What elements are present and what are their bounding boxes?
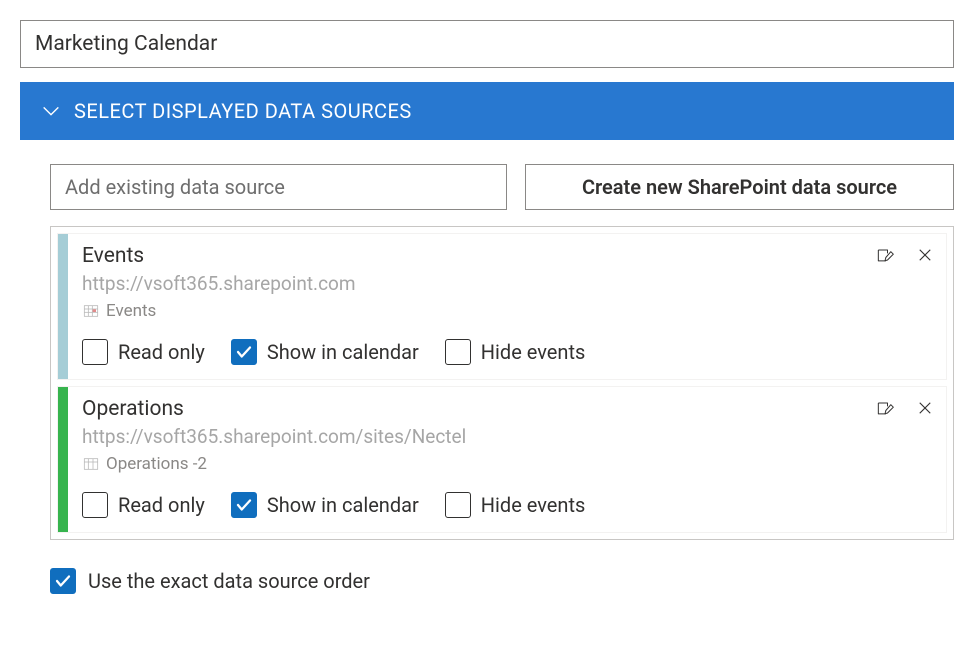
- data-source-sub-name: Operations -2: [106, 454, 207, 474]
- read-only-checkbox[interactable]: [82, 339, 108, 365]
- read-only-checkbox[interactable]: [82, 492, 108, 518]
- show-in-calendar-checkbox[interactable]: [231, 492, 257, 518]
- data-sources-panel: Create new SharePoint data source Events…: [20, 140, 954, 540]
- data-source-card: Events https://vsoft365.sharepoint.com Eve…: [57, 233, 947, 380]
- use-exact-order-label: Use the exact data source order: [88, 569, 370, 593]
- list-icon: [82, 456, 100, 472]
- show-in-calendar-checkbox-label: Show in calendar: [267, 493, 419, 517]
- read-only-checkbox-label: Read only: [118, 340, 205, 364]
- data-source-color-bar: [58, 234, 68, 379]
- edit-data-source-button[interactable]: [874, 244, 896, 266]
- edit-data-source-button[interactable]: [874, 397, 896, 419]
- show-in-calendar-checkbox[interactable]: [231, 339, 257, 365]
- remove-data-source-button[interactable]: [914, 244, 936, 266]
- show-in-calendar-checkbox-label: Show in calendar: [267, 340, 419, 364]
- hide-events-checkbox[interactable]: [445, 492, 471, 518]
- calendar-title-input[interactable]: [20, 20, 954, 68]
- data-source-card: Operations https://vsoft365.sharepoint.co…: [57, 386, 947, 533]
- data-source-sub-name: Events: [106, 301, 156, 321]
- data-source-url: https://vsoft365.sharepoint.com/sites/Ne…: [82, 425, 932, 448]
- use-exact-order-checkbox[interactable]: [50, 568, 76, 594]
- calendar-icon: [82, 303, 100, 319]
- data-source-color-bar: [58, 387, 68, 532]
- hide-events-checkbox[interactable]: [445, 339, 471, 365]
- section-header-label: SELECT DISPLAYED DATA SOURCES: [74, 99, 412, 123]
- data-sources-section-header[interactable]: SELECT DISPLAYED DATA SOURCES: [20, 82, 954, 140]
- hide-events-checkbox-label: Hide events: [481, 340, 586, 364]
- data-source-name: Events: [82, 244, 932, 268]
- data-source-name: Operations: [82, 397, 932, 421]
- add-data-source-input[interactable]: [50, 164, 507, 210]
- remove-data-source-button[interactable]: [914, 397, 936, 419]
- create-sharepoint-source-button[interactable]: Create new SharePoint data source: [525, 164, 954, 210]
- chevron-down-icon: [40, 100, 62, 122]
- hide-events-checkbox-label: Hide events: [481, 493, 586, 517]
- data-source-url: https://vsoft365.sharepoint.com: [82, 272, 932, 295]
- read-only-checkbox-label: Read only: [118, 493, 205, 517]
- data-source-list: Events https://vsoft365.sharepoint.com Eve…: [50, 226, 954, 540]
